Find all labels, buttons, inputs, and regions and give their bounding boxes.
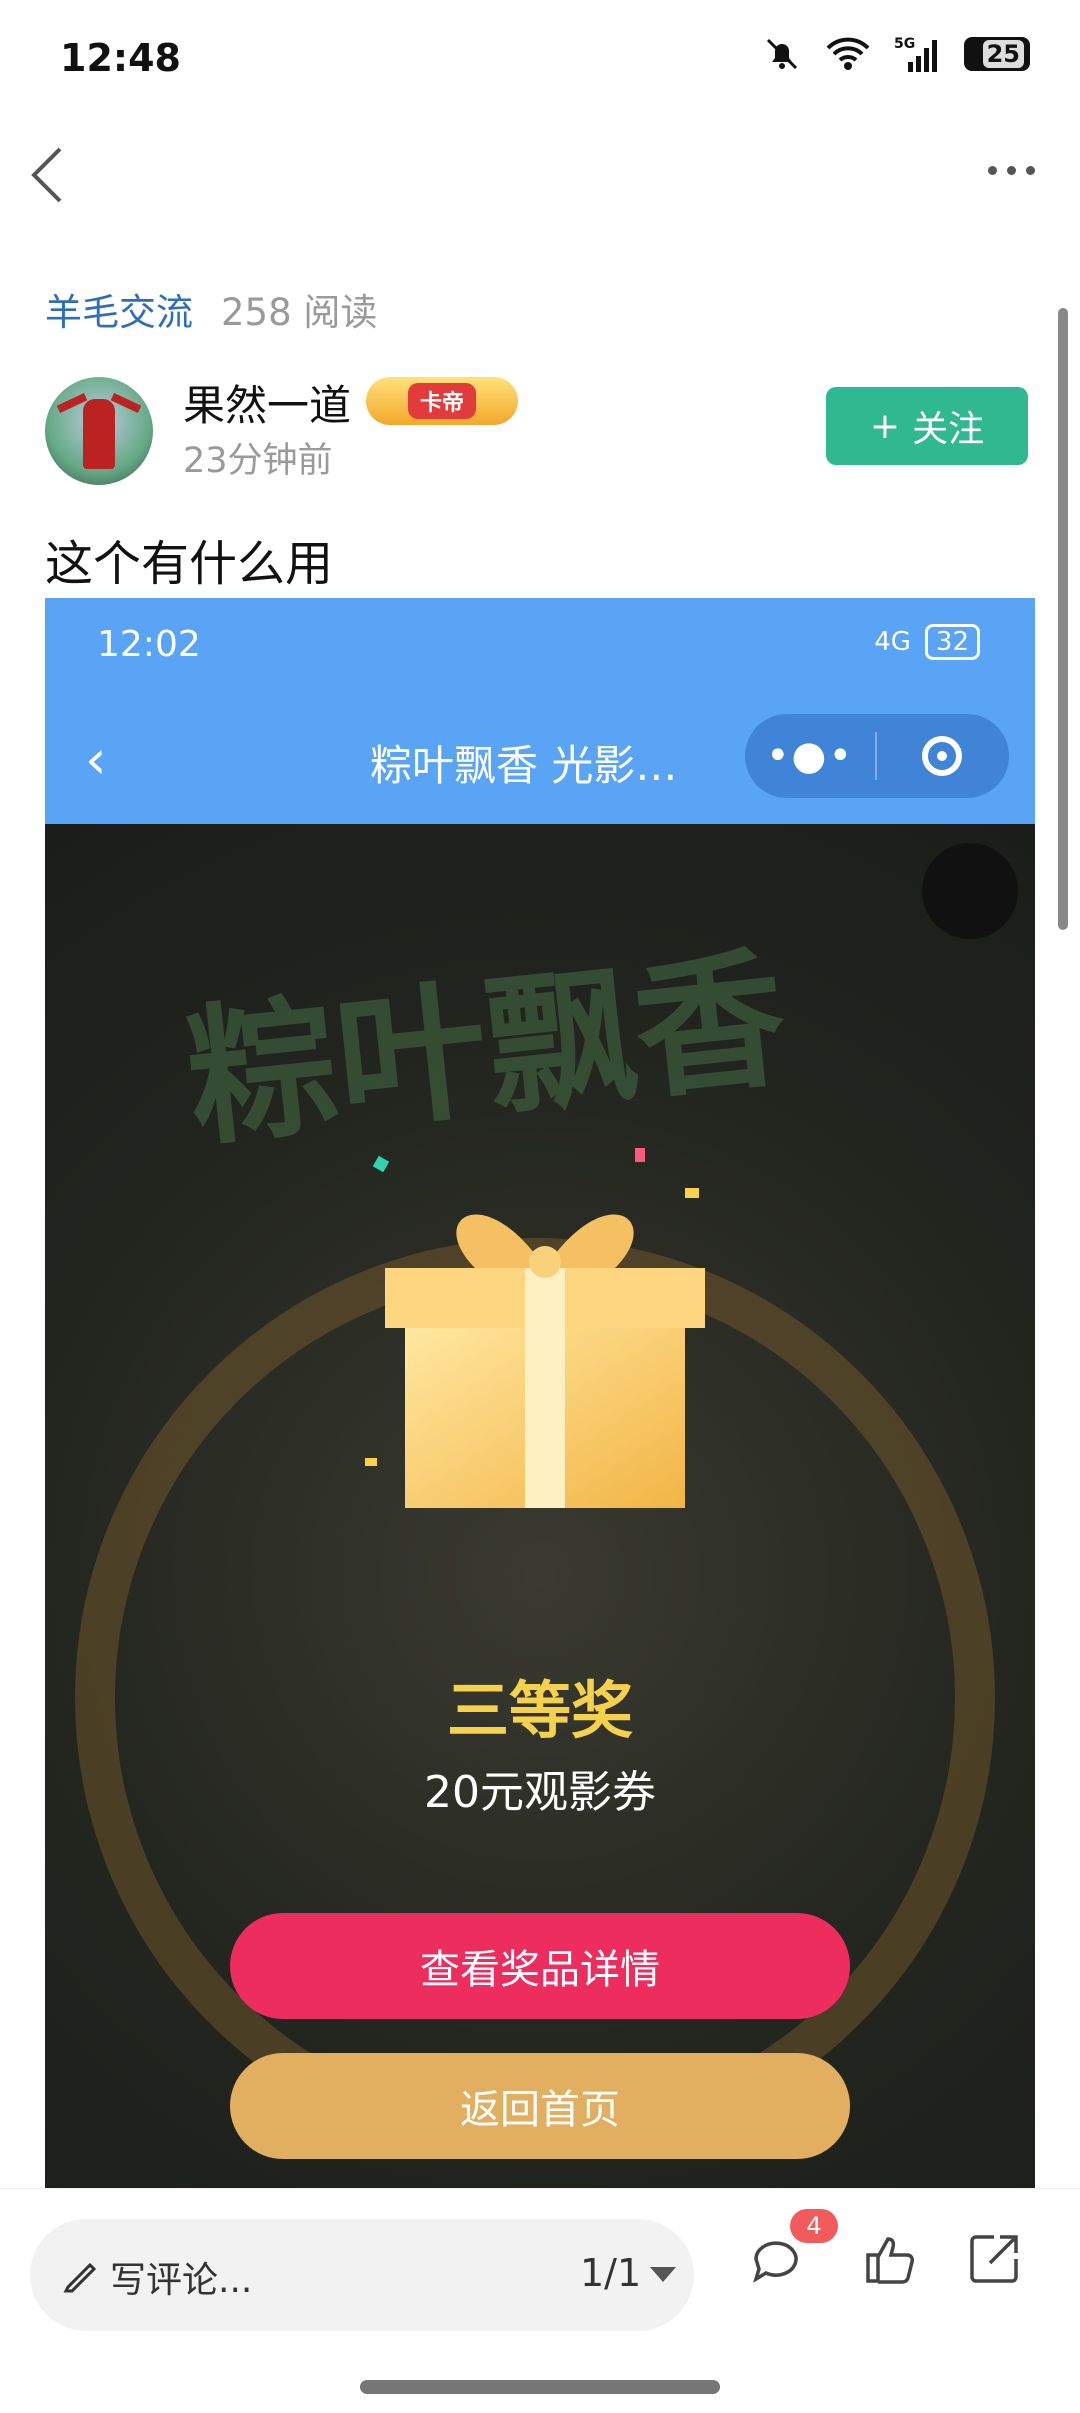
avatar[interactable] bbox=[45, 377, 153, 485]
back-arrow-icon[interactable] bbox=[26, 145, 66, 205]
status-time: 12:48 bbox=[60, 36, 181, 80]
more-options-icon[interactable] bbox=[983, 160, 1040, 179]
category-link[interactable]: 羊毛交流 bbox=[45, 291, 193, 334]
capsule-more-icon: •●• bbox=[765, 733, 855, 779]
gift-box-icon bbox=[365, 1148, 705, 1508]
embedded-status-icons: 4G 32 bbox=[874, 624, 980, 660]
status-icons: 5G 25 bbox=[762, 34, 1030, 74]
embedded-title: 粽叶飘香 光影… bbox=[370, 741, 678, 790]
read-count: 258 阅读 bbox=[221, 291, 378, 334]
battery-icon: 25 bbox=[964, 37, 1030, 71]
post-title: 这个有什么用 bbox=[45, 536, 334, 592]
prize-level: 三等奖 bbox=[446, 1674, 633, 1747]
embedded-signal-icon: 4G bbox=[874, 627, 911, 657]
return-home-button: 返回首页 bbox=[230, 2053, 850, 2159]
scrollbar[interactable] bbox=[1058, 308, 1068, 930]
home-indicator[interactable] bbox=[360, 2380, 720, 2394]
mute-bell-icon bbox=[766, 38, 798, 70]
page-indicator[interactable]: 1/1 bbox=[580, 2251, 641, 2295]
chevron-down-icon[interactable] bbox=[650, 2267, 676, 2282]
pencil-icon bbox=[63, 2262, 97, 2293]
comment-input[interactable]: 写评论... 1/1 bbox=[30, 2219, 694, 2331]
capsule-close-icon bbox=[877, 736, 1007, 776]
svg-text:5G: 5G bbox=[894, 36, 915, 52]
sound-icon bbox=[922, 843, 1018, 939]
comment-count-badge: 4 bbox=[790, 2209, 838, 2243]
plus-icon: + bbox=[869, 405, 901, 447]
view-prize-details-button: 查看奖品详情 bbox=[230, 1913, 850, 2019]
comment-placeholder: 写评论... bbox=[110, 2260, 253, 2301]
miniapp-capsule: •●• bbox=[745, 714, 1009, 798]
share-icon[interactable] bbox=[964, 2229, 1024, 2289]
author-name[interactable]: 果然一道 bbox=[183, 372, 351, 433]
post-meta: 羊毛交流 258 阅读 bbox=[45, 282, 377, 336]
prize-description: 20元观影券 bbox=[424, 1767, 656, 1818]
wifi-icon bbox=[826, 37, 870, 70]
signal-icon: 5G bbox=[894, 36, 937, 72]
vip-crown-badge: 卡帝 bbox=[366, 377, 518, 425]
post-time: 23分钟前 bbox=[183, 441, 333, 481]
follow-button[interactable]: + 关注 bbox=[826, 387, 1028, 465]
thumbs-up-icon[interactable] bbox=[860, 2229, 920, 2289]
embedded-battery-icon: 32 bbox=[924, 624, 980, 660]
embedded-status-time: 12:02 bbox=[97, 624, 201, 665]
embedded-back-icon: ‹ bbox=[85, 728, 107, 791]
post-image[interactable]: 12:02 4G 32 ‹ 粽叶飘香 光影… •●• 粽叶飘香 三等奖 20元观… bbox=[45, 598, 1035, 2188]
status-bar: 12:48 5G 25 bbox=[0, 0, 1080, 120]
